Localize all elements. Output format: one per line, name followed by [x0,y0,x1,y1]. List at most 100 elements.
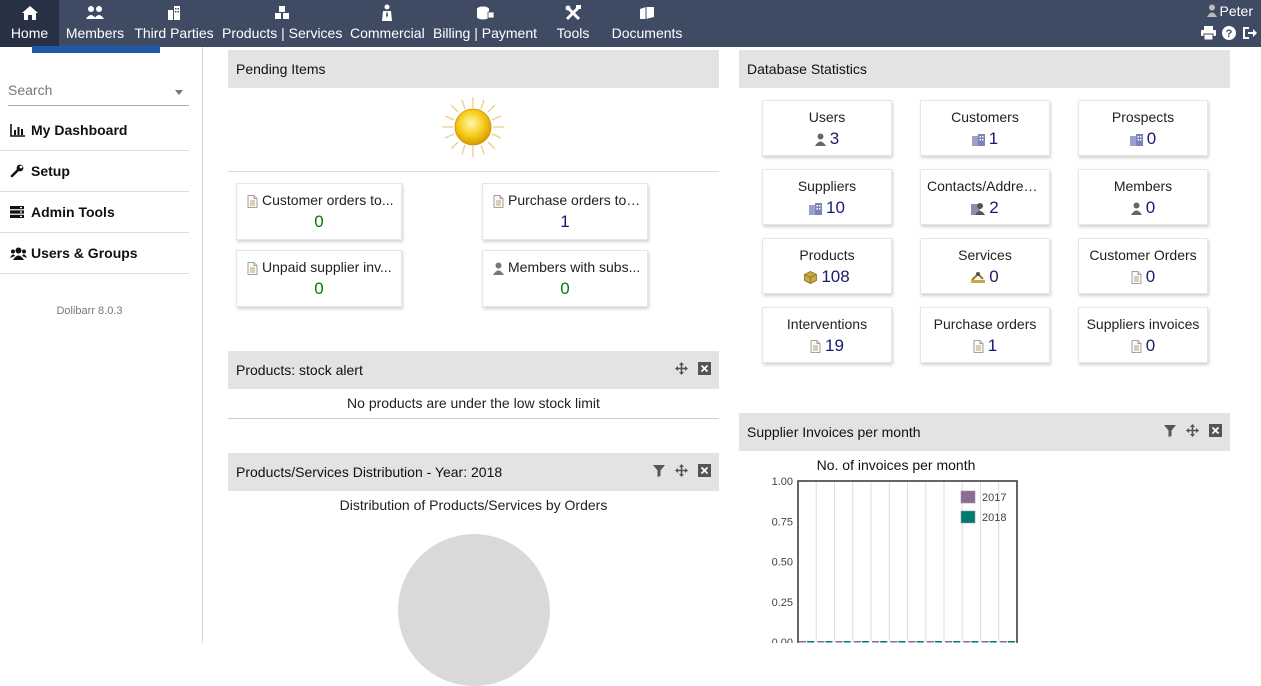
members-icon [63,0,127,25]
sidebar-item-label: Users & Groups [31,245,138,261]
stat-tile-services[interactable]: Services 0 [920,238,1050,294]
stat-tile-interventions[interactable]: Interventions 19 [762,307,892,363]
sidebar-item-admin-tools[interactable]: Admin Tools [0,192,189,233]
supplier-invoices-header: Supplier Invoices per month [739,413,1230,451]
close-icon[interactable] [1209,424,1222,440]
svg-text:?: ? [1226,28,1233,40]
pending-items-title: Pending Items [236,61,326,77]
tile-value: 0 [1145,336,1156,355]
sidebar-item-setup[interactable]: Setup [0,151,189,192]
tile-label: Suppliers invoices [1086,316,1200,332]
stat-tile-customers[interactable]: Customers 1 [920,100,1050,156]
y-tick-label: 0.00 [772,637,793,643]
stat-tile-users[interactable]: Users 3 [762,100,892,156]
left-sidebar: My Dashboard Setup Admin Tools Users & G… [0,47,203,643]
stat-tile-suppliers[interactable]: Suppliers 10 [762,169,892,225]
tile-value: 3 [829,129,840,148]
pending-items-header: Pending Items [228,50,719,88]
bar-2018-2 [825,641,833,643]
database-statistics-header: Database Statistics [739,50,1230,88]
bar-2017-6 [890,641,898,643]
pending-tile-customer-orders[interactable]: Customer orders to... 0 [236,183,402,240]
menu-products-services[interactable]: Products | Services [222,0,342,47]
menu-documents-label: Documents [611,25,683,41]
building-icon [971,134,985,147]
close-icon[interactable] [698,362,711,378]
pending-tile-members-subscription[interactable]: Members with subs... 0 [482,250,648,307]
document-icon [810,340,821,353]
move-icon[interactable] [1186,424,1199,440]
tile-label: Purchase orders to ... [508,192,642,208]
pending-tile-unpaid-supplier-invoices[interactable]: Unpaid supplier inv... 0 [236,250,402,307]
tile-label: Customer Orders [1089,247,1197,263]
stat-tile-suppliers-invoices[interactable]: Suppliers invoices 0 [1078,307,1208,363]
sidebar-item-label: Setup [31,163,70,179]
bar-2017-7 [908,641,916,643]
bar-2018-9 [953,641,961,643]
chart-grid [815,481,1000,642]
chart-title: No. of invoices per month [817,457,976,473]
users-icon [10,247,28,260]
cubes-icon [222,0,342,25]
menu-home[interactable]: Home [0,0,59,47]
user-icon [1206,4,1217,17]
user-icon [814,133,826,147]
product-icon [804,271,818,284]
invoices-per-month-chart: No. of invoices per month 1.00 0.75 0.50 0.… [772,457,1018,643]
bar-2018-4 [861,641,869,643]
sidebar-item-my-dashboard[interactable]: My Dashboard [0,110,189,151]
sidebar-item-label: Admin Tools [31,204,115,220]
distribution-header: Products/Services Distribution - Year: 2… [228,453,719,491]
menu-billing-payment[interactable]: Billing | Payment [432,0,538,47]
filter-icon[interactable] [1164,424,1176,440]
stat-tile-members[interactable]: Members 0 [1078,169,1208,225]
building-icon [809,203,823,216]
service-icon [971,272,986,284]
menu-members[interactable]: Members [63,0,127,47]
tile-label: Contacts/Addresses [927,178,1049,194]
user-menu[interactable]: Peter [1206,3,1253,19]
document-icon [1131,340,1142,353]
search-input[interactable] [8,82,168,98]
stat-tile-purchase-orders[interactable]: Purchase orders 1 [920,307,1050,363]
legend-label-2017: 2017 [982,492,1006,504]
tile-value: 10 [826,198,845,217]
sidebar-item-users-groups[interactable]: Users & Groups [0,233,189,274]
menu-commercial[interactable]: Commercial [350,0,425,47]
stat-tile-customer-orders[interactable]: Customer Orders 0 [1078,238,1208,294]
stat-tile-products[interactable]: Products 108 [762,238,892,294]
bar-2018-12 [1007,641,1015,643]
tile-value: 108 [821,267,850,286]
stat-tile-contacts-addresses[interactable]: Contacts/Addresses 2 [920,169,1050,225]
bar-2018-8 [934,641,942,643]
bar-2017-8 [926,641,934,643]
tile-label: Customers [951,109,1019,125]
menu-documents[interactable]: Documents [608,0,686,47]
bar-2017-5 [872,641,880,643]
tile-label: Suppliers [797,178,857,194]
version-label: Dolibarr 8.0.3 [56,305,123,317]
menu-third-parties[interactable]: Third Parties [134,0,214,47]
print-icon[interactable] [1201,26,1216,43]
stat-tile-prospects[interactable]: Prospects 0 [1078,100,1208,156]
chevron-down-icon[interactable] [175,90,183,95]
bar-2017-4 [853,641,861,643]
bar-2018-6 [898,641,906,643]
help-icon[interactable]: ? [1222,26,1236,43]
menu-third-parties-label: Third Parties [134,25,214,41]
search-box[interactable] [8,82,189,106]
pending-tile-purchase-orders[interactable]: Purchase orders to ... 1 [482,183,648,240]
move-icon[interactable] [675,464,688,480]
bar-2017-1 [799,641,807,643]
logout-icon[interactable] [1242,26,1257,43]
filter-icon[interactable] [653,464,665,480]
menu-products-services-label: Products | Services [222,25,343,41]
user-name-label: Peter [1219,3,1253,19]
close-icon[interactable] [698,464,711,480]
top-menu-bar: Home Members Third Parties Products | Se… [0,0,1261,47]
menu-tools[interactable]: Tools [550,0,596,47]
move-icon[interactable] [675,362,688,378]
bar-2018-5 [880,641,888,643]
menu-tools-label: Tools [556,25,590,41]
menu-commercial-label: Commercial [350,25,425,41]
